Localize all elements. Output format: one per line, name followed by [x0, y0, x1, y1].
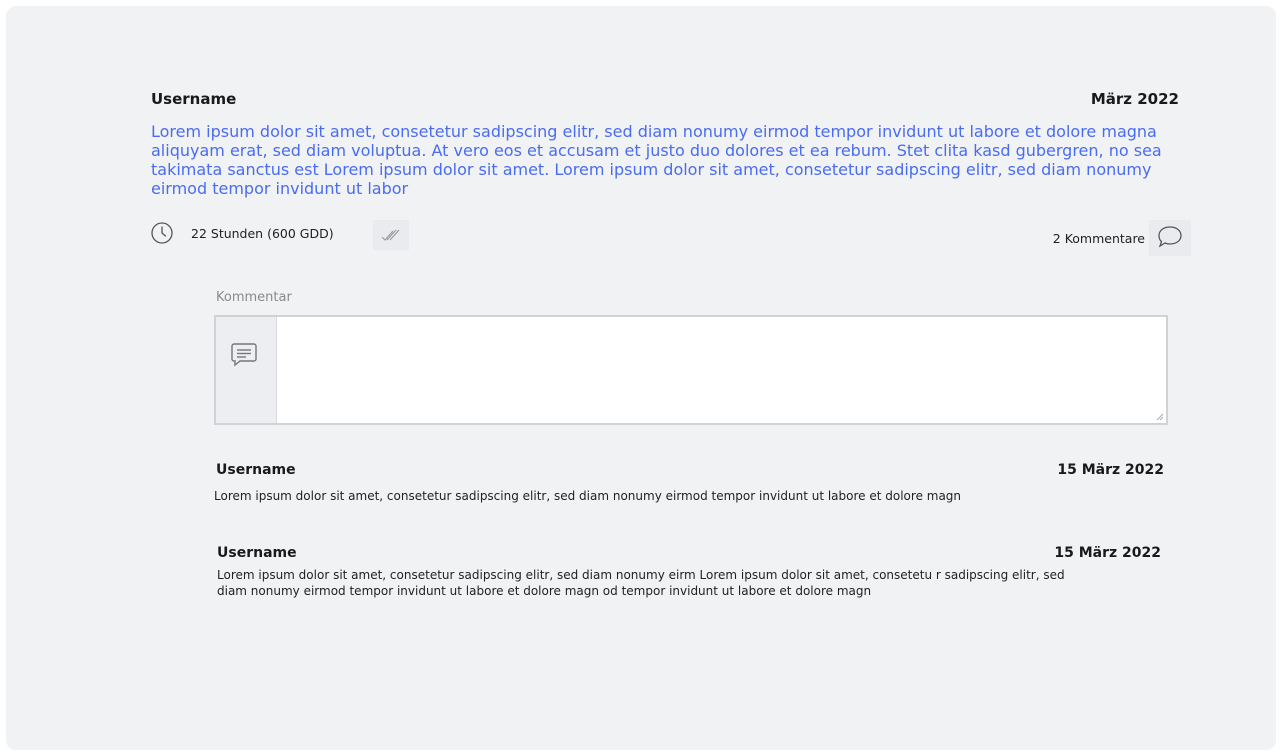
reply-username[interactable]: Username [217, 545, 297, 561]
comment-textarea[interactable] [277, 317, 1166, 423]
duration-text: 22 Stunden (600 GDD) [191, 226, 334, 241]
message-icon [231, 343, 257, 367]
comment-input-group [214, 315, 1168, 425]
mark-done-button[interactable] [373, 220, 409, 250]
double-check-icon [381, 229, 400, 241]
comments-toggle-button[interactable] [1149, 220, 1191, 256]
post-header: Username März 2022 [151, 90, 1179, 112]
page-container: Username März 2022 Lorem ipsum dolor sit… [6, 6, 1276, 750]
reply-date: 15 März 2022 [1057, 462, 1164, 478]
post-body: Lorem ipsum dolor sit amet, consetetur s… [151, 122, 1162, 198]
reply-item: Username 15 März 2022 Lorem ipsum dolor … [214, 462, 1164, 503]
clock-icon [151, 222, 173, 244]
resize-handle-icon[interactable] [1155, 412, 1164, 421]
reply-text: Lorem ipsum dolor sit amet, consetetur s… [217, 568, 1065, 598]
comments-count[interactable]: 2 Kommentare [1053, 231, 1145, 246]
post-card: Username März 2022 Lorem ipsum dolor sit… [141, 80, 1191, 680]
speech-bubble-icon [1158, 226, 1182, 248]
comment-label: Kommentar [216, 290, 292, 305]
reply-date: 15 März 2022 [1054, 545, 1161, 561]
reply-item: Username 15 März 2022 Lorem ipsum dolor … [217, 545, 1161, 625]
reply-username[interactable]: Username [216, 462, 296, 478]
post-date: März 2022 [1090, 90, 1179, 108]
reply-text: Lorem ipsum dolor sit amet, consetetur s… [214, 489, 962, 503]
post-username[interactable]: Username [151, 90, 236, 108]
comment-addon [216, 317, 277, 423]
post-meta: 22 Stunden (600 GDD) 2 Kommentare [151, 220, 1191, 256]
